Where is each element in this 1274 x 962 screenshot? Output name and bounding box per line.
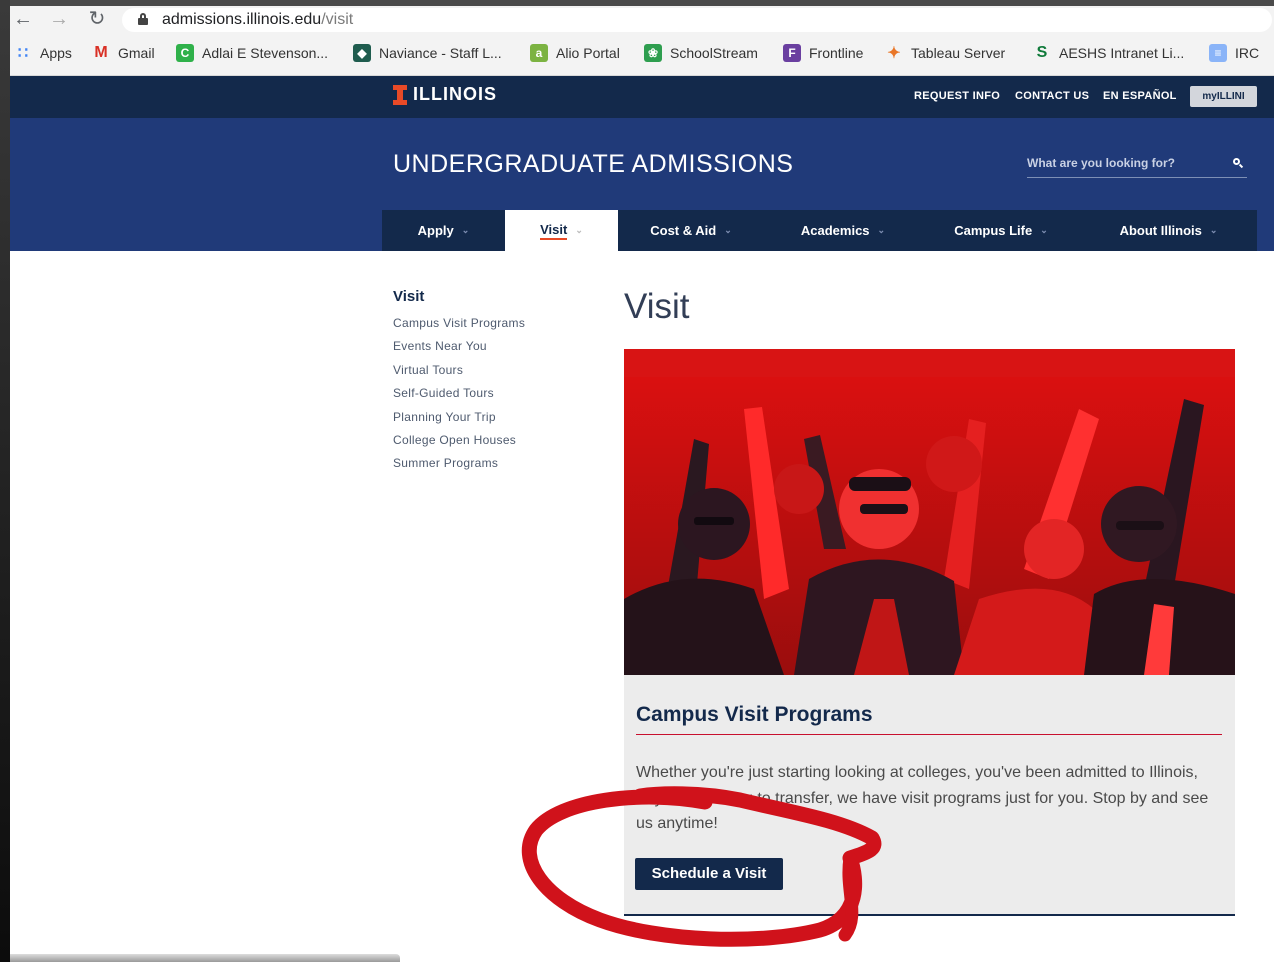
frontline-icon: F <box>783 44 801 62</box>
section-sidebar: Visit Campus Visit Programs Events Near … <box>393 288 525 479</box>
lock-icon <box>138 13 148 25</box>
bookmark-frontline[interactable]: F Frontline <box>783 42 863 64</box>
search-placeholder: What are you looking for? <box>1027 156 1176 170</box>
main-nav: Apply ⌄ Visit ⌄ Cost & Aid ⌄ Academics ⌄ Cam… <box>382 210 1257 251</box>
bookmark-school-c[interactable]: C Adlai E Stevenson... <box>176 42 328 64</box>
sidebar-item-planning-your-trip[interactable]: Planning Your Trip <box>393 409 525 432</box>
nav-visit[interactable]: Visit ⌄ <box>505 210 618 251</box>
nav-cost-aid[interactable]: Cost & Aid ⌄ <box>618 210 764 251</box>
bookmark-label: SchoolStream <box>670 45 758 61</box>
page-title: Visit <box>624 287 690 326</box>
bookmark-label: Gmail <box>118 45 155 61</box>
apps-grid-icon: ∷ <box>17 45 29 62</box>
reload-icon[interactable]: ↻ <box>86 8 108 30</box>
tableau-icon: ✦ <box>887 45 901 62</box>
illinois-logo[interactable]: ILLINOIS <box>393 84 497 105</box>
chevron-down-icon: ⌄ <box>724 225 732 235</box>
site-title[interactable]: UNDERGRADUATE ADMISSIONS <box>393 150 793 179</box>
sidebar-item-college-open-houses[interactable]: College Open Houses <box>393 432 525 455</box>
en-espanol-link[interactable]: EN ESPAÑOL <box>1103 90 1177 102</box>
chevron-down-icon: ⌄ <box>1209 225 1218 235</box>
photo-bottom-edge <box>10 954 400 962</box>
chevron-down-icon: ⌄ <box>461 225 470 235</box>
bookmark-schoolstream[interactable]: ❀ SchoolStream <box>644 42 758 64</box>
bookmark-label: AESHS Intranet Li... <box>1059 45 1185 61</box>
chevron-down-icon: ⌄ <box>575 225 583 235</box>
search-input[interactable]: What are you looking for? <box>1027 154 1247 178</box>
nav-academics[interactable]: Academics ⌄ <box>764 210 922 251</box>
bookmark-label: Frontline <box>809 45 864 61</box>
bookmark-document[interactable]: ≡ IRC <box>1209 42 1259 64</box>
sidebar-item-events-near-you[interactable]: Events Near You <box>393 338 525 361</box>
sidebar-item-virtual-tours[interactable]: Virtual Tours <box>393 362 525 385</box>
bookmark-label: Naviance - Staff L... <box>379 45 502 61</box>
schedule-visit-button[interactable]: Schedule a Visit <box>635 858 783 890</box>
gmail-icon: M <box>94 44 108 61</box>
alio-icon: a <box>530 44 548 62</box>
school-c-icon: C <box>176 44 194 62</box>
naviance-icon: ◆ <box>353 44 371 62</box>
search-icon[interactable] <box>1233 158 1244 169</box>
nav-about-illinois[interactable]: About Illinois ⌄ <box>1080 210 1257 251</box>
bookmark-alio[interactable]: a Alio Portal <box>530 42 620 64</box>
card-divider <box>636 734 1222 735</box>
bookmark-tableau[interactable]: ✦ Tableau Server <box>885 42 1005 64</box>
nav-campus-life[interactable]: Campus Life ⌄ <box>922 210 1080 251</box>
sidebar-item-campus-visit-programs[interactable]: Campus Visit Programs <box>393 315 525 338</box>
bookmark-label: Tableau Server <box>911 45 1006 61</box>
crowd-photo <box>624 349 1235 675</box>
bookmark-label: Alio Portal <box>556 45 620 61</box>
photo-left-edge <box>0 0 10 962</box>
bookmark-aeshs[interactable]: S AESHS Intranet Li... <box>1033 42 1185 64</box>
nav-apply[interactable]: Apply ⌄ <box>382 210 505 251</box>
schoolstream-icon: ❀ <box>644 44 662 62</box>
browser-chrome: ← → ↻ admissions.illinois.edu/visit ∷ App… <box>10 6 1274 76</box>
address-bar[interactable]: admissions.illinois.edu/visit <box>122 8 1272 32</box>
page-content: Visit Campus Visit Programs Events Near … <box>10 251 1274 962</box>
back-arrow-icon[interactable]: ← <box>12 8 34 30</box>
card-description: Whether you're just starting looking at … <box>636 764 1209 832</box>
forward-arrow-icon[interactable]: → <box>48 8 70 30</box>
card-title[interactable]: Campus Visit Programs <box>636 703 873 727</box>
bookmark-label: Adlai E Stevenson... <box>202 45 329 61</box>
bookmark-naviance[interactable]: ◆ Naviance - Staff L... <box>353 42 502 64</box>
aeshs-icon: S <box>1036 44 1048 61</box>
sidebar-item-self-guided-tours[interactable]: Self-Guided Tours <box>393 385 525 408</box>
hero-image <box>624 349 1235 675</box>
bookmark-label: Apps <box>40 45 72 61</box>
block-i-icon <box>393 84 407 105</box>
request-info-link[interactable]: REQUEST INFO <box>914 90 1000 102</box>
bookmarks-bar: ∷ Apps M Gmail C Adlai E Stevenson... ◆ Navianc… <box>10 42 1274 68</box>
bookmark-label: IRC <box>1235 45 1260 61</box>
chevron-down-icon: ⌄ <box>1040 225 1048 235</box>
chevron-down-icon: ⌄ <box>877 225 886 235</box>
bookmark-gmail[interactable]: M Gmail <box>92 42 155 64</box>
document-icon: ≡ <box>1209 44 1227 62</box>
site-header: UNDERGRADUATE ADMISSIONS What are you lo… <box>10 118 1274 251</box>
site-top-bar: ILLINOIS REQUEST INFO CONTACT US EN ESPA… <box>10 76 1274 118</box>
bookmark-apps-grid[interactable]: ∷ Apps <box>14 42 72 64</box>
url-text[interactable]: admissions.illinois.edu/visit <box>162 11 353 29</box>
campus-visit-programs-card: Campus Visit Programs Whether you're jus… <box>624 675 1235 916</box>
sidebar-item-summer-programs[interactable]: Summer Programs <box>393 455 525 478</box>
logo-text: ILLINOIS <box>413 84 497 104</box>
sidebar-title[interactable]: Visit <box>393 288 525 305</box>
contact-us-link[interactable]: CONTACT US <box>1015 90 1089 102</box>
myillini-button[interactable]: myILLINI <box>1190 86 1257 107</box>
